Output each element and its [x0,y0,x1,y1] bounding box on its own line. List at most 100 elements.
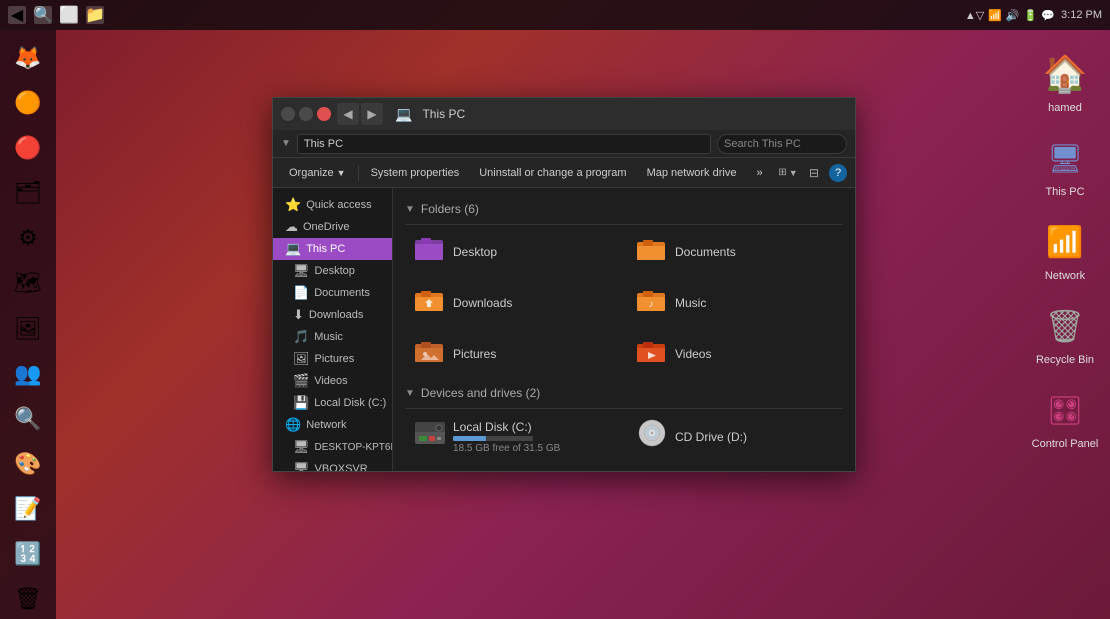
pane-button[interactable]: ⊟ [803,162,825,184]
back-button[interactable]: ◀ [337,103,359,125]
this-pc-desktop-icon: 🖥 [1038,134,1092,182]
clock: 3:12 PM [1061,9,1102,21]
drive-cd[interactable]: CD Drive (D:) [627,413,843,460]
title-bar: ◀ ▶ 💻 This PC [273,98,855,130]
right-dock: 🏠 hamed 🖥 This PC 📶 Network 🗑 Recycle Bi… [1020,30,1110,619]
pictures-folder-icon [413,336,445,371]
folder-desktop[interactable]: Desktop [405,229,621,274]
local-disk-sidebar-icon: 💾 [293,395,309,411]
dock-item-calculator[interactable]: 🔢 [7,535,49,574]
dock-item-maps[interactable]: 🗺 [7,264,49,303]
local-disk-bar [453,436,533,441]
forward-button[interactable]: ▶ [361,103,383,125]
dock-item-control-panel[interactable]: 🎛 Control Panel [1032,386,1099,450]
sidebar-item-documents[interactable]: 📄 Documents [273,282,392,304]
dock-item-ubuntu-software[interactable]: 🟠 [7,83,49,122]
toolbar-right: ⊞ ▼ ⊟ ? [777,162,847,184]
dock-item-photos[interactable]: 🖼 [7,309,49,348]
close-button[interactable] [317,107,331,121]
dock-item-search[interactable]: 🔍 [7,399,49,438]
map-network-button[interactable]: Map network drive [639,162,745,184]
sidebar-item-pictures[interactable]: 🖼 Pictures [273,348,392,370]
dock-item-paint[interactable]: 🎨 [7,444,49,483]
dock-item-this-pc[interactable]: 🖥 This PC [1038,134,1092,198]
address-dropdown[interactable]: ▼ [281,138,291,149]
folder-music[interactable]: ♪ Music [627,280,843,325]
view-options-button[interactable]: ⊞ ▼ [777,162,799,184]
sidebar-label-videos: Videos [314,375,347,387]
dock-label-network: Network [1045,270,1085,282]
dock-label-control-panel: Control Panel [1032,438,1099,450]
sidebar-item-desktop[interactable]: 🖥 Desktop [273,260,392,282]
minimize-button[interactable] [281,107,295,121]
explorer-window: ◀ ▶ 💻 This PC ▼ This PC Search This PC O… [272,97,856,472]
system-properties-button[interactable]: System properties [363,162,468,184]
sidebar-item-music[interactable]: 🎵 Music [273,326,392,348]
taskbar-search[interactable]: 🔍 [34,6,52,24]
taskbar-right: ▲▽ 📶 🔊 🔋 💬 3:12 PM [965,9,1102,22]
this-pc-sidebar-icon: 💻 [285,241,301,257]
sidebar-item-network[interactable]: 🌐 Network [273,414,392,436]
local-disk-bar-fill [453,436,486,441]
maps-icon: 🗺 [14,270,42,296]
dock-item-notes[interactable]: 📝 [7,490,49,529]
local-disk-size: 18.5 GB free of 31.5 GB [453,443,560,454]
sidebar-item-vboxsvr[interactable]: 🖥 VBOXSVR [273,458,392,471]
folders-section-header[interactable]: ▼ Folders (6) [405,202,843,216]
videos-folder-icon [635,336,667,371]
dock-item-network[interactable]: 📶 Network [1038,218,1092,282]
maximize-button[interactable] [299,107,313,121]
photos-icon: 🖼 [14,316,42,342]
downloads-sidebar-icon: ⬇ [293,307,304,323]
sidebar-item-this-pc[interactable]: 💻 This PC [273,238,392,260]
search-placeholder: Search This PC [724,138,801,150]
sidebar-item-videos[interactable]: 🎬 Videos [273,370,392,392]
dock-item-files[interactable]: 🗂 [7,173,49,212]
taskbar-files[interactable]: 📁 [86,6,104,24]
sidebar-item-downloads[interactable]: ⬇ Downloads [273,304,392,326]
sidebar: ⭐ Quick access ☁ OneDrive 💻 This PC 🖥 De… [273,188,393,471]
local-disk-info: Local Disk (C:) 18.5 GB free of 31.5 GB [453,420,560,454]
system-tray: ▲▽ 📶 🔊 🔋 💬 [965,9,1055,22]
network-sidebar-icon: 🌐 [285,417,301,433]
help-button[interactable]: ? [829,164,847,182]
desktop-kpt-icon: 🖥 [293,439,310,455]
desktop-sidebar-icon: 🖥 [293,263,310,279]
taskbar-overview[interactable]: ⬜ [60,6,78,24]
folder-downloads[interactable]: Downloads [405,280,621,325]
music-folder-name: Music [675,296,706,310]
dock-label-this-pc: This PC [1045,186,1084,198]
folder-documents[interactable]: Documents [627,229,843,274]
search-box[interactable]: Search This PC [717,134,847,154]
address-path[interactable]: This PC [297,134,711,154]
drives-section-header[interactable]: ▼ Devices and drives (2) [405,386,843,400]
quick-access-icon: ⭐ [285,197,301,213]
sidebar-item-desktop-kpt[interactable]: 🖥 DESKTOP-KPT6F75 [273,436,392,458]
dock-item-ubuntu[interactable]: 🔴 [7,128,49,167]
drive-local-disk[interactable]: Local Disk (C:) 18.5 GB free of 31.5 GB [405,413,621,460]
sidebar-label-desktop-kpt: DESKTOP-KPT6F75 [315,442,393,453]
folder-videos[interactable]: Videos [627,331,843,376]
taskbar-nav-back[interactable]: ◀ [8,6,26,24]
network-tray-icon: ▲▽ [965,9,984,22]
folder-pictures[interactable]: Pictures [405,331,621,376]
address-text: This PC [304,138,343,150]
organize-button[interactable]: Organize ▼ [281,162,354,184]
dock-item-hamed[interactable]: 🏠 hamed [1038,50,1092,114]
wifi-icon: 📶 [988,9,1002,22]
dock-item-trash[interactable]: 🗑 [7,580,49,619]
dock-item-people[interactable]: 👥 [7,354,49,393]
more-button[interactable]: » [748,162,770,184]
settings-icon: ⚙ [18,225,38,251]
dock-item-settings[interactable]: ⚙ [7,219,49,258]
dock-item-firefox[interactable]: 🦊 [7,38,49,77]
sidebar-item-onedrive[interactable]: ☁ OneDrive [273,216,392,238]
taskbar: ◀ 🔍 ⬜ 📁 ▲▽ 📶 🔊 🔋 💬 3:12 PM [0,0,1110,30]
sidebar-item-local-disk[interactable]: 💾 Local Disk (C:) [273,392,392,414]
desktop-folder-icon [413,234,445,269]
drives-separator [405,408,843,409]
toolbar-sep-1 [358,165,359,181]
dock-item-recycle[interactable]: 🗑 Recycle Bin [1036,302,1094,366]
uninstall-button[interactable]: Uninstall or change a program [471,162,634,184]
sidebar-item-quick-access[interactable]: ⭐ Quick access [273,194,392,216]
